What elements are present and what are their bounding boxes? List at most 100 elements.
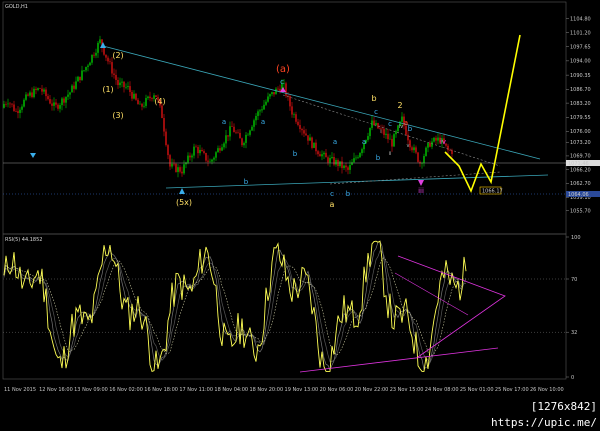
arrow-marker	[30, 153, 36, 158]
candle-body	[195, 146, 197, 148]
candle-body	[373, 120, 375, 126]
main-title: GOLD,H1	[5, 4, 28, 10]
candle-body	[33, 88, 35, 98]
candle-body	[255, 115, 257, 121]
rsi-y-tick-label: 100	[571, 235, 581, 241]
wave-label-magenta: iv	[440, 138, 446, 146]
rsi-y-tick-label: 0	[571, 375, 574, 381]
candle-body	[165, 131, 167, 146]
candle-body	[75, 81, 77, 89]
candle-body	[13, 104, 15, 112]
candle-body	[35, 88, 37, 90]
candle-body	[203, 151, 205, 153]
x-tick-label: 20 Nov 22:00	[355, 387, 389, 393]
candle-body	[351, 162, 353, 165]
candle-body	[265, 101, 267, 105]
candle-body	[73, 85, 75, 89]
candle-body	[181, 171, 183, 174]
candle-body	[273, 92, 275, 95]
candle-body	[59, 105, 61, 109]
rsi-title: RSI(5) 44.1852	[5, 237, 42, 243]
candle-body	[3, 103, 5, 108]
candle-body	[241, 138, 243, 146]
arrow-marker	[100, 42, 106, 48]
arrow-marker	[179, 188, 185, 194]
candle-body	[19, 109, 21, 113]
upper-trendline	[102, 45, 541, 160]
candle-body	[359, 153, 361, 158]
candle-body	[339, 161, 341, 167]
wave-label-blue: b	[376, 154, 381, 162]
candle-body	[237, 132, 239, 134]
candle-body	[31, 92, 33, 98]
wave-label-yellow: 2	[397, 101, 402, 110]
arrow-marker	[418, 180, 424, 186]
wave-label-blue: c	[388, 120, 392, 128]
candle-body	[111, 62, 113, 74]
candle-body	[437, 137, 439, 141]
x-tick-label: 13 Nov 09:00	[74, 387, 108, 393]
wave-label-blue: c	[280, 78, 284, 86]
candle-body	[309, 137, 311, 141]
y-tick-label: 1073.20	[570, 140, 591, 146]
y-tick-label: 1097.65	[570, 44, 591, 50]
candle-body	[193, 146, 195, 156]
candle-body	[105, 54, 107, 58]
x-tick-label: 23 Nov 15:00	[390, 387, 424, 393]
wave-label-red: (a)	[276, 64, 290, 75]
candle-body	[361, 149, 363, 154]
candle-body	[321, 154, 323, 157]
y-tick-label: 1101.20	[570, 30, 591, 36]
candle-body	[353, 158, 355, 163]
candle-body	[183, 164, 185, 174]
candle-body	[261, 109, 263, 111]
y-tick-label: 1086.70	[570, 87, 591, 93]
x-tick-label: 24 Nov 08:00	[425, 387, 459, 393]
y-tick-label: 1076.00	[570, 129, 591, 135]
candle-body	[221, 147, 223, 151]
y-tick-label: 1066.20	[570, 167, 591, 173]
wave-label-yellow: b	[371, 94, 376, 103]
candle-body	[423, 155, 425, 163]
candle-body	[357, 157, 359, 158]
candle-body	[65, 96, 67, 103]
candle-body	[179, 167, 181, 172]
candle-body	[275, 88, 277, 95]
y-tick-label: 1055.70	[570, 209, 591, 215]
candle-body	[289, 96, 291, 107]
candle-body	[143, 105, 145, 107]
current-price-label: 1071.46	[568, 161, 589, 167]
candle-body	[135, 93, 137, 100]
candle-body	[319, 154, 321, 157]
y-tick-label: 1069.70	[570, 154, 591, 160]
candle-body	[315, 142, 317, 152]
candle-body	[99, 39, 101, 43]
candle-body	[25, 94, 27, 100]
candle-body	[171, 163, 173, 167]
candle-body	[401, 116, 403, 122]
support-price-label: 1064.06	[568, 192, 589, 198]
inner-dotted-line-2	[282, 94, 501, 167]
arrow-marker	[280, 87, 286, 92]
x-tick-label: 17 Nov 11:00	[179, 387, 213, 393]
candle-body	[117, 79, 119, 86]
watermark: [1276x842] https://upic.me/	[445, 399, 600, 429]
candle-body	[187, 155, 189, 163]
candle-body	[83, 70, 85, 71]
candle-body	[15, 111, 17, 112]
y-tick-label: 1104.80	[570, 16, 591, 22]
candle-body	[395, 131, 397, 135]
candle-body	[223, 143, 225, 148]
rsi-y-tick-label: 70	[571, 277, 577, 283]
wave-label-yellow: (3)	[112, 111, 123, 120]
x-tick-label: 20 Nov 06:00	[320, 387, 354, 393]
candle-body	[197, 147, 199, 154]
candle-body	[85, 66, 87, 71]
candle-body	[93, 54, 95, 56]
x-tick-label: 11 Nov 2015	[4, 387, 36, 393]
candle-body	[27, 94, 29, 96]
candle-body	[37, 88, 39, 90]
candle-body	[125, 86, 127, 88]
candle-body	[43, 89, 45, 92]
candle-body	[279, 88, 281, 92]
